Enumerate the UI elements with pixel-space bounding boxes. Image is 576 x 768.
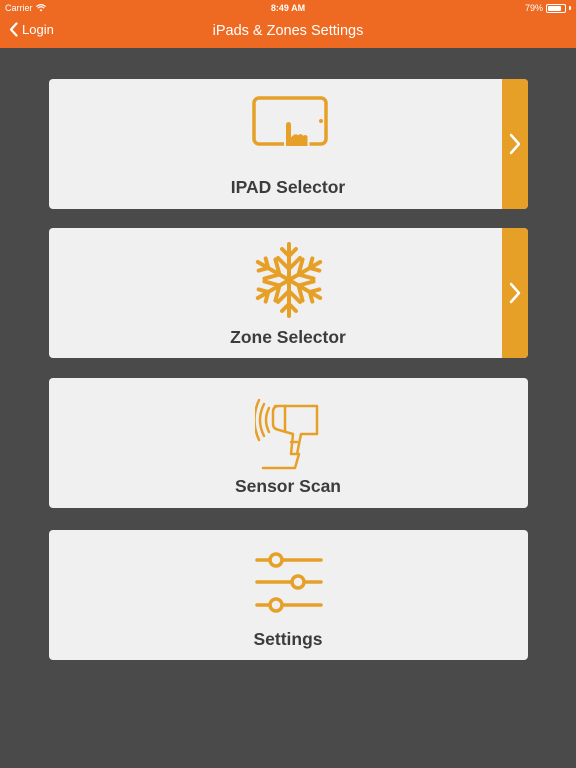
sensor-scan-label: Sensor Scan [234,476,342,496]
chevron-right-icon [509,282,521,304]
snowflake-icon [255,242,323,318]
battery-tip [569,6,571,10]
tablet-touch-icon [252,96,328,146]
page-title: iPads & Zones Settings [212,23,364,39]
ipad-selector-label: IPAD Selector [230,177,346,197]
sensor-scan-card[interactable]: Sensor Scan [49,378,528,508]
scanner-icon [255,398,319,470]
status-bar: Carrier 8:49 AM 79% [0,0,576,16]
battery-icon [546,3,566,13]
battery-fill [548,5,561,11]
navigation-bar: Login iPads & Zones Settings [0,16,576,48]
battery-percent: 79% [524,3,543,13]
settings-label: Settings [253,629,323,649]
sliders-icon [255,552,323,613]
zone-selector-card[interactable]: Zone Selector [49,228,528,358]
settings-card[interactable]: Settings [49,530,528,660]
zone-selector-arrow[interactable] [502,228,528,358]
status-time: 8:49 AM [270,3,306,13]
chevron-right-icon [509,133,521,155]
zone-selector-label: Zone Selector [230,327,346,347]
header-bar: Carrier 8:49 AM 79% Login iPads & Zones … [0,0,576,48]
ipad-selector-card[interactable]: IPAD Selector [49,79,528,209]
battery-info: 79% [525,3,571,13]
ipad-selector-arrow[interactable] [502,79,528,209]
